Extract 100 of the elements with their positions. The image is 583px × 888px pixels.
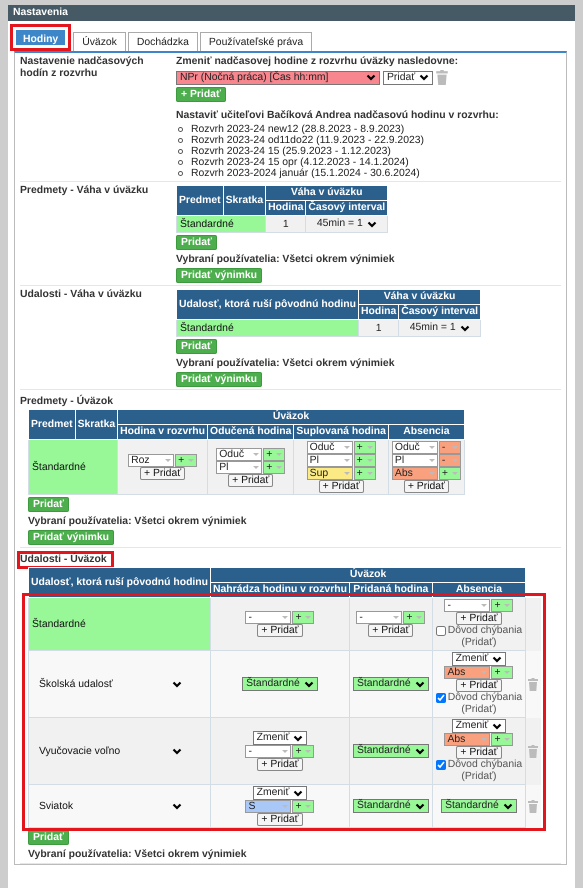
- add-link[interactable]: (Pridať): [461, 771, 496, 783]
- dropdown[interactable]: Štandardné: [352, 677, 429, 691]
- dropdown[interactable]: Pridať: [383, 70, 434, 84]
- caret-icon: [305, 805, 312, 808]
- hour-value: 1: [374, 322, 383, 334]
- sign-dropdown[interactable]: +: [263, 448, 286, 460]
- add-button[interactable]: + Pridať: [257, 624, 303, 637]
- tab[interactable]: Hodiny: [10, 24, 72, 51]
- column-header: Absencia: [388, 424, 464, 440]
- sign-dropdown[interactable]: +: [292, 745, 314, 758]
- caret-icon: [253, 466, 260, 468]
- caret-icon: [428, 472, 435, 475]
- column-header: Hodina: [266, 200, 306, 216]
- sign-dropdown[interactable]: +: [438, 467, 461, 480]
- tab[interactable]: Dochádzka: [128, 32, 198, 51]
- caret-icon: [504, 604, 510, 607]
- trash-icon[interactable]: [528, 678, 538, 690]
- dropdown[interactable]: Zmeniť: [252, 786, 308, 800]
- caret-icon: [282, 750, 288, 753]
- section-title: Predmety - Úväzok: [19, 394, 114, 409]
- add-link[interactable]: (Pridať): [461, 637, 496, 649]
- sign-dropdown[interactable]: +: [354, 467, 376, 480]
- sign-dropdown[interactable]: +: [354, 441, 376, 454]
- chevron-down-icon: [492, 722, 502, 730]
- checkbox[interactable]: [436, 760, 446, 770]
- dropdown[interactable]: NPr (Nočná práca) [Čas hh:mm]: [176, 70, 380, 84]
- add-link[interactable]: (Pridať): [461, 704, 496, 716]
- chevron-down-icon: [419, 74, 430, 81]
- combo-field[interactable]: -: [245, 611, 292, 624]
- combo-field[interactable]: Pl: [306, 454, 353, 467]
- checkbox[interactable]: [436, 626, 446, 636]
- column-header: Udalosť, ktorá ruší pôvodnú hodinu: [176, 290, 359, 320]
- caret-icon: [188, 459, 194, 462]
- tab[interactable]: Používateľské práva: [200, 32, 312, 51]
- schedule-heading: Nastaviť učiteľovi Bačíková Andrea nadčasovú hodinu v rozvrhu:: [176, 110, 499, 122]
- sign-dropdown[interactable]: +: [491, 733, 514, 746]
- checkbox-label: Dôvod chýbania: [448, 625, 522, 637]
- dropdown[interactable]: Štandardné: [352, 799, 429, 813]
- add-button[interactable]: + Pridať: [456, 746, 502, 759]
- add-button[interactable]: + Pridať: [456, 679, 502, 692]
- dropdown[interactable]: Zmeniť: [252, 731, 308, 745]
- combo-field[interactable]: Roz: [128, 454, 174, 467]
- checkbox[interactable]: [436, 693, 446, 703]
- sign-dropdown[interactable]: +: [292, 800, 314, 813]
- sign-dropdown[interactable]: +: [491, 666, 514, 679]
- trash-icon[interactable]: [528, 800, 538, 812]
- sign-dropdown[interactable]: -: [438, 441, 461, 454]
- dropdown[interactable]: 45min = 1: [406, 321, 473, 335]
- add-button[interactable]: + Pridať: [140, 467, 186, 480]
- event-dropdown[interactable]: Sviatok: [28, 784, 211, 828]
- caret-icon: [282, 805, 288, 808]
- dropdown[interactable]: Štandardné: [242, 677, 318, 691]
- add-button[interactable]: + Pridať: [257, 758, 303, 771]
- trash-icon[interactable]: [436, 70, 448, 85]
- combo-field[interactable]: Oduč: [216, 448, 262, 460]
- tab[interactable]: Úväzok: [73, 32, 126, 51]
- caret-icon: [366, 459, 373, 462]
- combo-field[interactable]: Pl: [216, 460, 262, 474]
- dropdown[interactable]: 45min = 1: [314, 217, 380, 231]
- add-button[interactable]: + Pridať: [318, 480, 364, 493]
- event-dropdown[interactable]: Vyučovacie voľno: [28, 718, 211, 784]
- sign-dropdown[interactable]: +: [292, 611, 314, 624]
- dropdown[interactable]: Zmeniť: [452, 719, 506, 733]
- caret-icon: [282, 616, 288, 619]
- combo-field[interactable]: Sup: [306, 467, 353, 480]
- chevron-down-icon: [304, 680, 314, 688]
- combo-field[interactable]: Abs: [444, 733, 490, 746]
- add-button[interactable]: + Pridať: [228, 474, 274, 486]
- add-button[interactable]: + Pridať: [456, 612, 502, 625]
- trash-icon[interactable]: [528, 744, 538, 758]
- add-button[interactable]: + Pridať: [257, 813, 303, 826]
- sign-dropdown[interactable]: +: [403, 611, 426, 624]
- caret-icon: [452, 446, 458, 449]
- chevron-down-icon: [492, 656, 502, 662]
- chevron-down-icon: [366, 74, 376, 81]
- dropdown[interactable]: Zmeniť: [452, 652, 506, 666]
- sign-dropdown[interactable]: +: [491, 599, 514, 612]
- add-button[interactable]: + Pridať: [404, 480, 449, 493]
- column-header: Hodina: [358, 304, 399, 320]
- combo-field[interactable]: -: [444, 599, 490, 612]
- combo-field[interactable]: Abs: [392, 467, 438, 480]
- combo-field[interactable]: Abs: [444, 666, 490, 679]
- sign-dropdown[interactable]: +: [175, 454, 198, 467]
- combo-field[interactable]: Pl: [392, 454, 438, 467]
- dropdown[interactable]: Štandardné: [441, 799, 517, 813]
- combo-field[interactable]: S: [245, 800, 292, 813]
- combo-field[interactable]: Oduč: [306, 441, 353, 454]
- event-dropdown[interactable]: Školská udalosť: [28, 650, 211, 718]
- sign-dropdown[interactable]: -: [438, 454, 461, 467]
- caret-icon: [366, 472, 373, 475]
- column-header: Udalosť, ktorá ruší pôvodnú hodinu: [28, 568, 211, 598]
- dropdown[interactable]: Štandardné: [352, 744, 429, 758]
- caret-icon: [504, 738, 510, 741]
- add-button[interactable]: + Pridať: [368, 624, 414, 637]
- combo-field[interactable]: -: [245, 745, 292, 758]
- section-title: Predmety - Váha v úväzku: [19, 184, 150, 198]
- sign-dropdown[interactable]: +: [354, 454, 376, 467]
- combo-field[interactable]: -: [356, 611, 402, 624]
- combo-field[interactable]: Oduč: [392, 441, 438, 454]
- sign-dropdown[interactable]: +: [263, 460, 286, 474]
